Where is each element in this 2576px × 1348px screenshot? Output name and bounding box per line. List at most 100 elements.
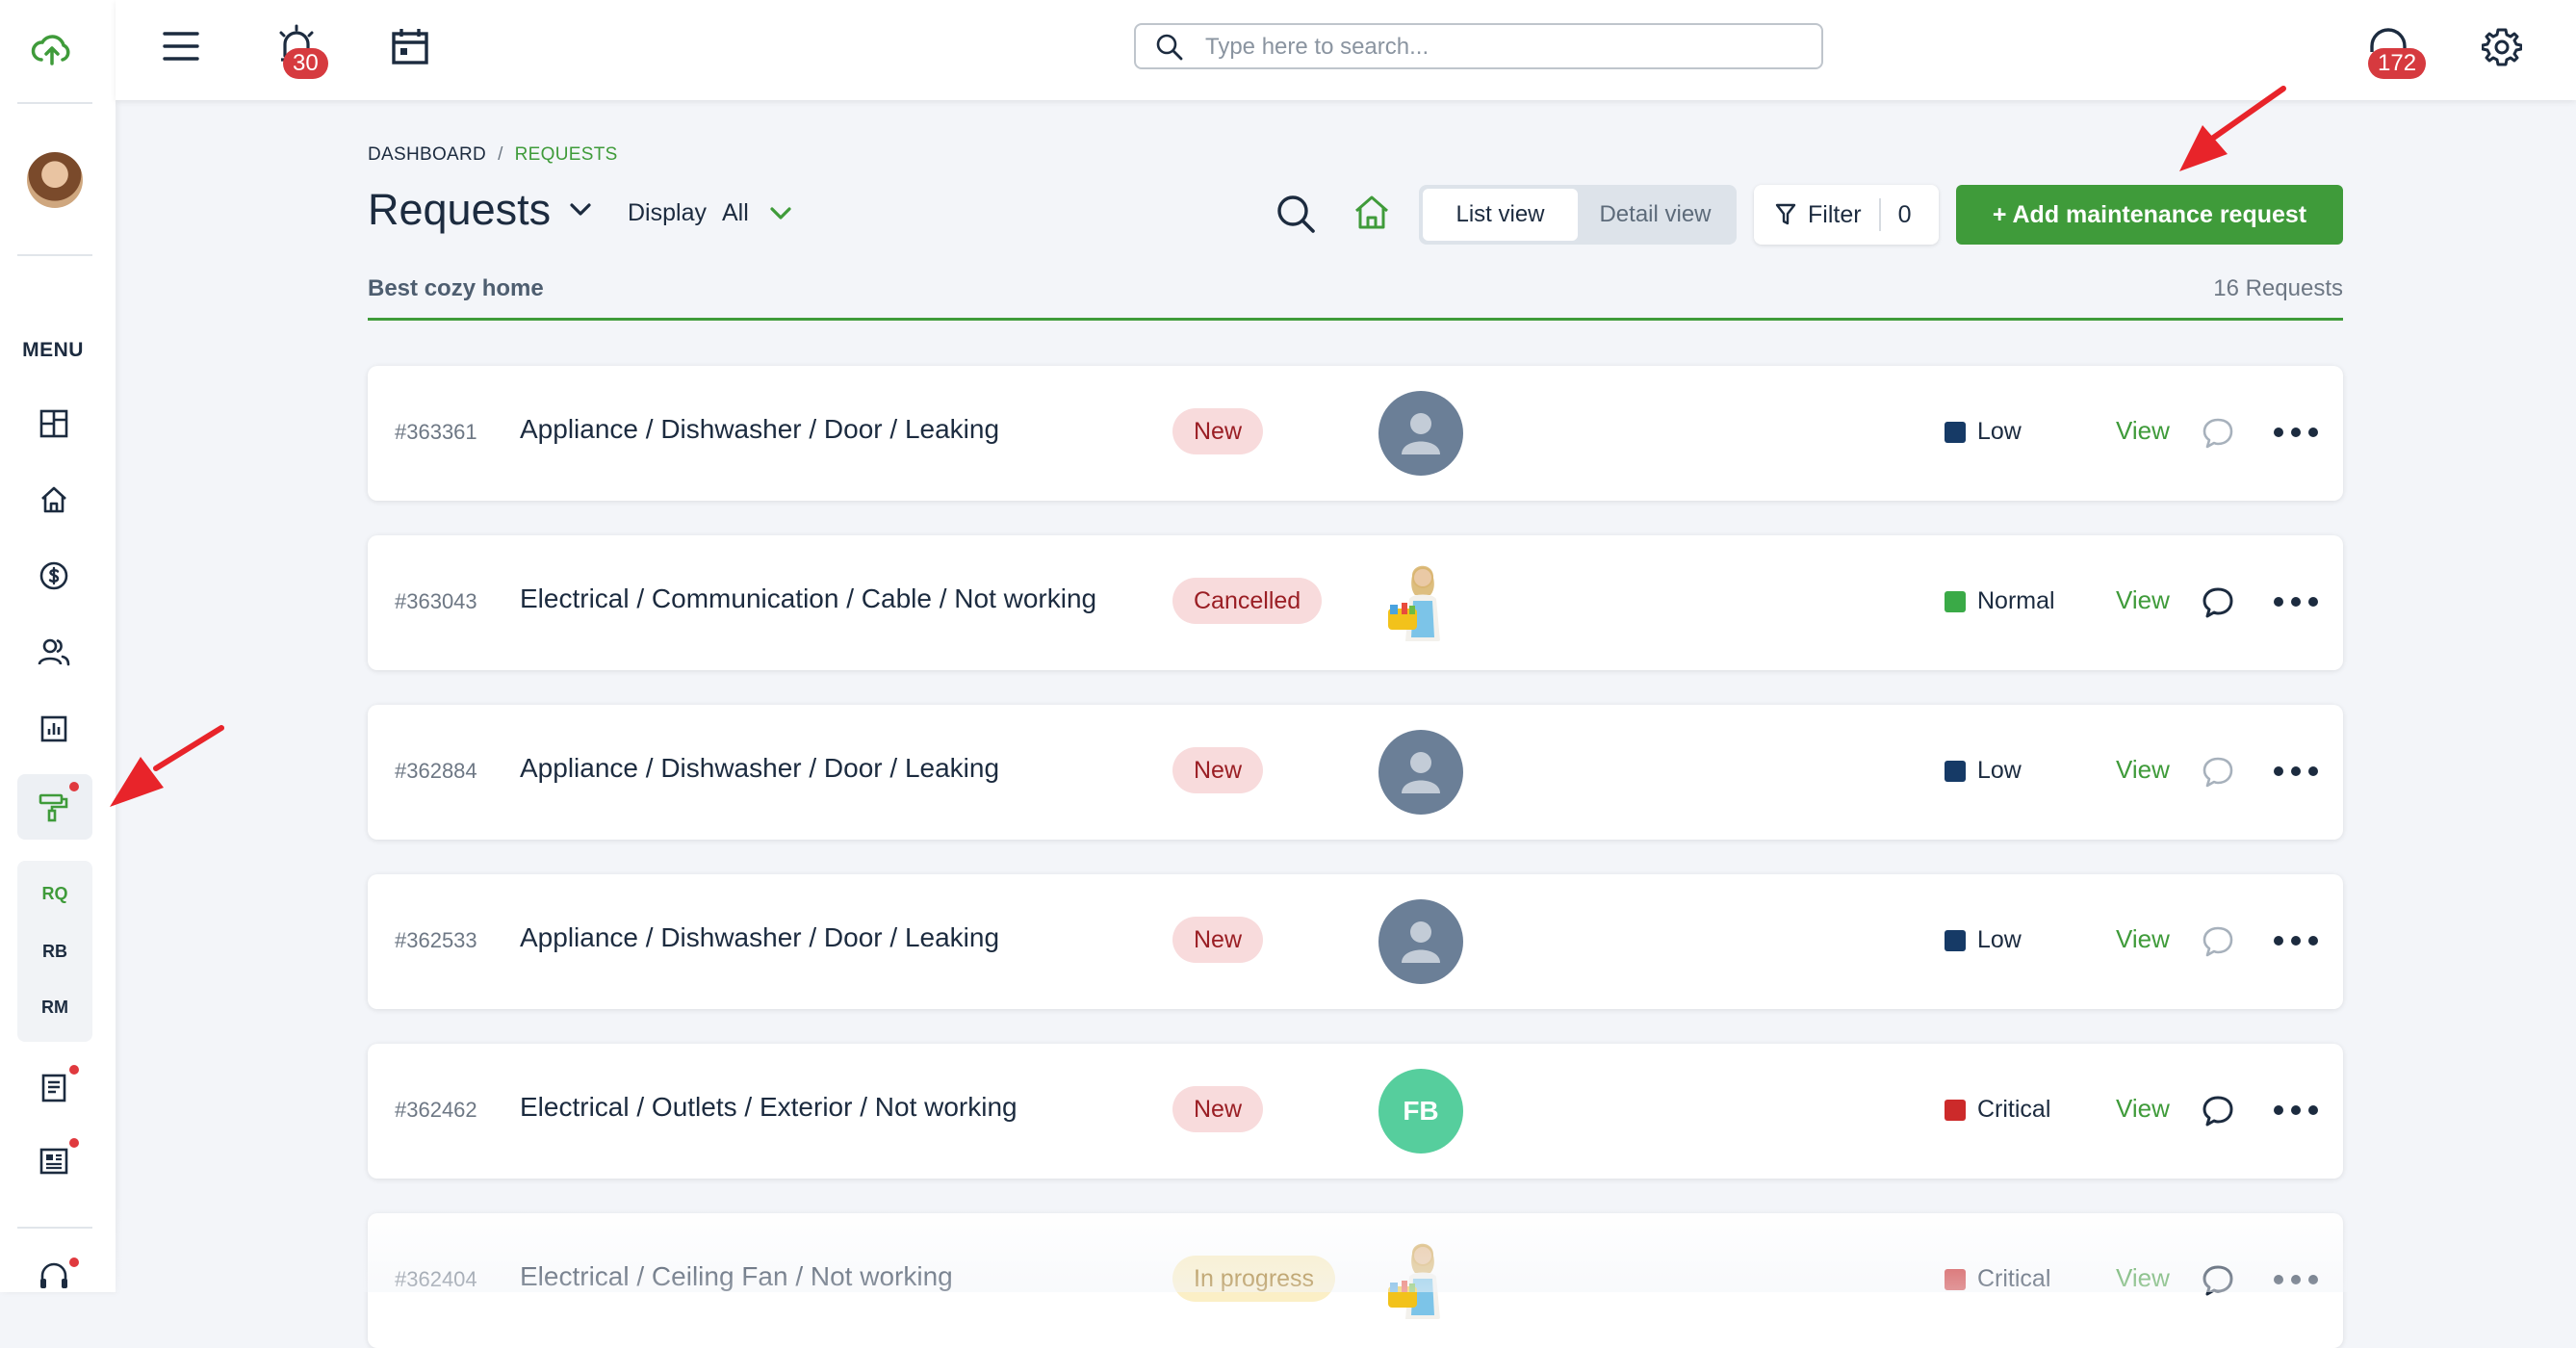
detail-view-button[interactable]: Detail view	[1578, 189, 1733, 241]
assignee-avatar-placeholder	[1378, 391, 1463, 476]
more-options-icon[interactable]	[2274, 587, 2318, 616]
document-icon	[41, 1074, 66, 1102]
request-id: #363361	[395, 420, 477, 444]
more-options-icon[interactable]	[2274, 757, 2318, 786]
status-badge: In progress	[1172, 1256, 1336, 1302]
sidebar-item-documents[interactable]	[35, 1069, 73, 1107]
annotation-arrow-icon	[110, 725, 224, 807]
assignee-avatar-placeholder	[1378, 899, 1463, 984]
request-id: #362404	[395, 1267, 477, 1291]
cloud-upload-logo-icon[interactable]	[29, 27, 75, 73]
request-title[interactable]: Appliance / Dishwasher / Door / Leaking	[520, 753, 999, 784]
home-filter-icon[interactable]	[1353, 194, 1390, 236]
bar-chart-icon	[40, 715, 67, 742]
view-link[interactable]: View	[2116, 1094, 2170, 1124]
person-icon	[1402, 921, 1440, 963]
paint-roller-icon	[39, 793, 68, 822]
sidebar-subitem-rm[interactable]: RM	[17, 998, 92, 1018]
request-title[interactable]: Electrical / Ceiling Fan / Not working	[520, 1261, 953, 1292]
priority-color-square	[1945, 1099, 1966, 1121]
list-view-button[interactable]: List view	[1423, 189, 1578, 241]
request-title[interactable]: Electrical / Outlets / Exterior / Not wo…	[520, 1092, 1018, 1123]
status-badge: New	[1172, 408, 1264, 454]
notification-dot	[69, 1257, 79, 1267]
sidebar-item-listings[interactable]	[35, 1142, 73, 1180]
request-title[interactable]: Appliance / Dishwasher / Door / Leaking	[520, 922, 999, 953]
search-requests-icon[interactable]	[1276, 194, 1317, 240]
status-badge: New	[1172, 917, 1264, 963]
alarm-count-badge: 30	[283, 48, 328, 79]
request-row[interactable]: #362462 Electrical / Outlets / Exterior …	[368, 1044, 2343, 1179]
view-link[interactable]: View	[2116, 416, 2170, 446]
request-title[interactable]: Electrical / Communication / Cable / Not…	[520, 583, 1096, 614]
chevron-down-icon	[770, 206, 791, 220]
support-count-badge: 172	[2368, 48, 2427, 79]
sidebar-item-maintenance[interactable]	[35, 788, 73, 826]
sidebar-item-accounting[interactable]	[35, 557, 73, 595]
search-input[interactable]	[1203, 31, 1804, 64]
request-row[interactable]: #362533 Appliance / Dishwasher / Door / …	[368, 874, 2343, 1009]
assignee-avatar-photo	[1378, 560, 1463, 645]
sidebar-item-people[interactable]	[35, 633, 73, 671]
request-id: #362533	[395, 928, 477, 952]
comment-icon[interactable]	[2201, 1094, 2235, 1128]
request-title[interactable]: Appliance / Dishwasher / Door / Leaking	[520, 414, 999, 445]
request-row[interactable]: #362884 Appliance / Dishwasher / Door / …	[368, 705, 2343, 840]
breadcrumb-dashboard-link[interactable]: DASHBOARD	[368, 144, 486, 165]
sidebar-item-dashboard[interactable]	[35, 404, 73, 443]
more-options-icon[interactable]	[2274, 1265, 2318, 1294]
priority-indicator: Critical	[1945, 1096, 2050, 1124]
user-avatar[interactable]	[27, 152, 83, 208]
sidebar-item-support[interactable]	[35, 1257, 73, 1296]
comment-empty-icon[interactable]	[2201, 924, 2235, 959]
request-row[interactable]: #363361 Appliance / Dishwasher / Door / …	[368, 366, 2343, 501]
priority-label: Critical	[1977, 1265, 2051, 1292]
filter-button[interactable]: Filter 0	[1754, 185, 1939, 245]
sidebar-item-properties[interactable]	[35, 480, 73, 519]
filter-funnel-icon	[1775, 203, 1796, 225]
search-icon	[1156, 34, 1183, 61]
priority-label: Normal	[1977, 587, 2055, 614]
more-options-icon[interactable]	[2274, 418, 2318, 447]
view-link[interactable]: View	[2116, 755, 2170, 785]
calendar-icon[interactable]	[389, 25, 431, 67]
request-row[interactable]: #363043 Electrical / Communication / Cab…	[368, 535, 2343, 670]
menu-label: MENU	[22, 339, 84, 361]
hamburger-menu-icon[interactable]	[162, 27, 200, 65]
comment-empty-icon[interactable]	[2201, 416, 2235, 451]
comment-icon[interactable]	[2201, 585, 2235, 620]
person-icon	[1402, 752, 1440, 793]
priority-indicator: Critical	[1945, 1265, 2050, 1293]
newspaper-icon	[39, 1148, 68, 1175]
cleaner-photo-icon	[1388, 565, 1440, 641]
more-options-icon[interactable]	[2274, 926, 2318, 955]
users-icon	[38, 638, 70, 666]
page-title: Requests	[368, 185, 552, 234]
priority-color-square	[1945, 421, 1966, 443]
gear-icon[interactable]	[2480, 25, 2524, 69]
view-link[interactable]: View	[2116, 585, 2170, 615]
dollar-circle-icon	[39, 561, 68, 590]
request-row[interactable]: #362404 Electrical / Ceiling Fan / Not w…	[368, 1213, 2343, 1348]
dashboard-grid-icon	[39, 409, 68, 438]
person-icon	[1402, 413, 1440, 454]
page-title-dropdown[interactable]: Requests	[368, 185, 591, 235]
comment-icon[interactable]	[2201, 1263, 2235, 1298]
sidebar-divider	[17, 102, 92, 104]
priority-color-square	[1945, 929, 1966, 951]
priority-label: Low	[1977, 418, 2022, 445]
view-link[interactable]: View	[2116, 924, 2170, 954]
more-options-icon[interactable]	[2274, 1096, 2318, 1125]
comment-empty-icon[interactable]	[2201, 755, 2235, 790]
headset-icon	[40, 1262, 67, 1288]
priority-label: Low	[1977, 926, 2022, 953]
display-filter[interactable]: Display All	[628, 199, 791, 227]
request-count: 16 Requests	[2213, 275, 2343, 301]
search-box[interactable]	[1134, 23, 1823, 69]
add-maintenance-request-button[interactable]: + Add maintenance request	[1956, 185, 2343, 245]
sidebar-subitem-rb[interactable]: RB	[17, 942, 92, 962]
priority-color-square	[1945, 760, 1966, 782]
view-link[interactable]: View	[2116, 1263, 2170, 1293]
sidebar-item-reports[interactable]	[35, 710, 73, 748]
sidebar-subitem-rq[interactable]: RQ	[17, 884, 92, 904]
